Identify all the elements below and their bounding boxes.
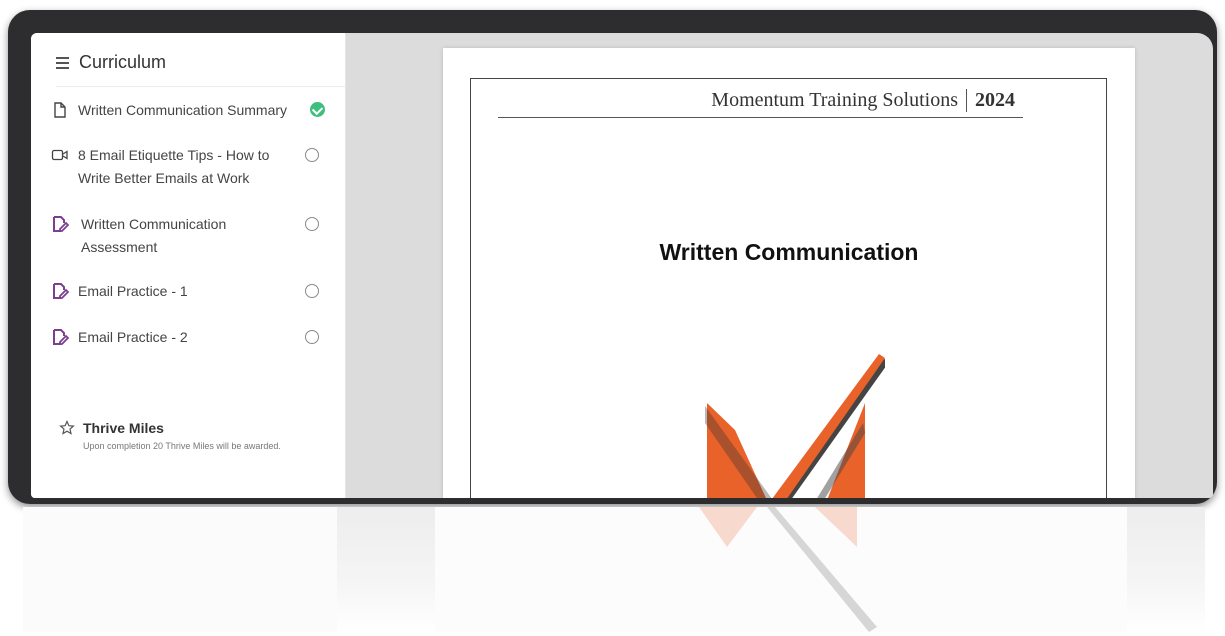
- document-title: Written Communication: [659, 239, 919, 265]
- item-label: Written Communication Assessment: [81, 216, 227, 255]
- incomplete-circle-icon: [305, 148, 319, 162]
- header-divider: [56, 86, 345, 87]
- curriculum-item-email-practice-1[interactable]: Email Practice - 1: [51, 280, 319, 303]
- incomplete-circle-icon: [305, 330, 319, 344]
- curriculum-item-written-communication-assessment[interactable]: Written Communication Assessment: [51, 213, 319, 259]
- document-year: 2024: [975, 88, 1015, 111]
- item-label: Written Communication Summary: [78, 102, 288, 118]
- curriculum-item-written-communication-summary[interactable]: Written Communication Summary: [51, 99, 325, 122]
- assignment-icon: [53, 216, 69, 232]
- incomplete-circle-icon: [305, 217, 319, 231]
- thrive-miles-title: Thrive Miles: [83, 420, 164, 436]
- item-label: 8 Email Etiquette Tips - How to Write Be…: [78, 147, 270, 186]
- curriculum-item-email-practice-2[interactable]: Email Practice - 2: [51, 326, 319, 349]
- assignment-icon: [53, 283, 69, 299]
- document-viewer-page[interactable]: Momentum Training Solutions 2024 Written…: [443, 48, 1135, 498]
- device-frame: Curriculum Written Communication Summary…: [8, 10, 1217, 504]
- curriculum-sidebar: Curriculum Written Communication Summary…: [31, 33, 346, 498]
- thrive-miles-reward: Thrive Miles Upon completion 20 Thrive M…: [59, 420, 329, 454]
- item-label: Email Practice - 1: [78, 283, 188, 299]
- assignment-icon: [53, 329, 69, 345]
- logo-reflection-icon: [699, 507, 877, 632]
- lms-screen: Curriculum Written Communication Summary…: [31, 33, 1213, 498]
- document-icon: [54, 102, 66, 118]
- hamburger-menu-icon[interactable]: [56, 56, 69, 69]
- item-label: Email Practice - 2: [78, 329, 188, 345]
- completed-check-icon: [310, 102, 325, 117]
- thrive-miles-description: Upon completion 20 Thrive Miles will be …: [83, 441, 281, 451]
- curriculum-header[interactable]: Curriculum: [56, 52, 166, 73]
- screen-reflection: [23, 507, 1205, 632]
- incomplete-circle-icon: [305, 284, 319, 298]
- reflection-sidebar: [23, 507, 337, 632]
- momentum-logo-icon: [705, 354, 885, 498]
- document-header: Momentum Training Solutions 2024: [498, 83, 1023, 118]
- video-icon: [51, 149, 68, 161]
- star-icon: [59, 420, 75, 435]
- company-name: Momentum Training Solutions: [711, 88, 967, 112]
- curriculum-title: Curriculum: [79, 52, 167, 72]
- curriculum-item-email-etiquette-video[interactable]: 8 Email Etiquette Tips - How to Write Be…: [51, 144, 319, 190]
